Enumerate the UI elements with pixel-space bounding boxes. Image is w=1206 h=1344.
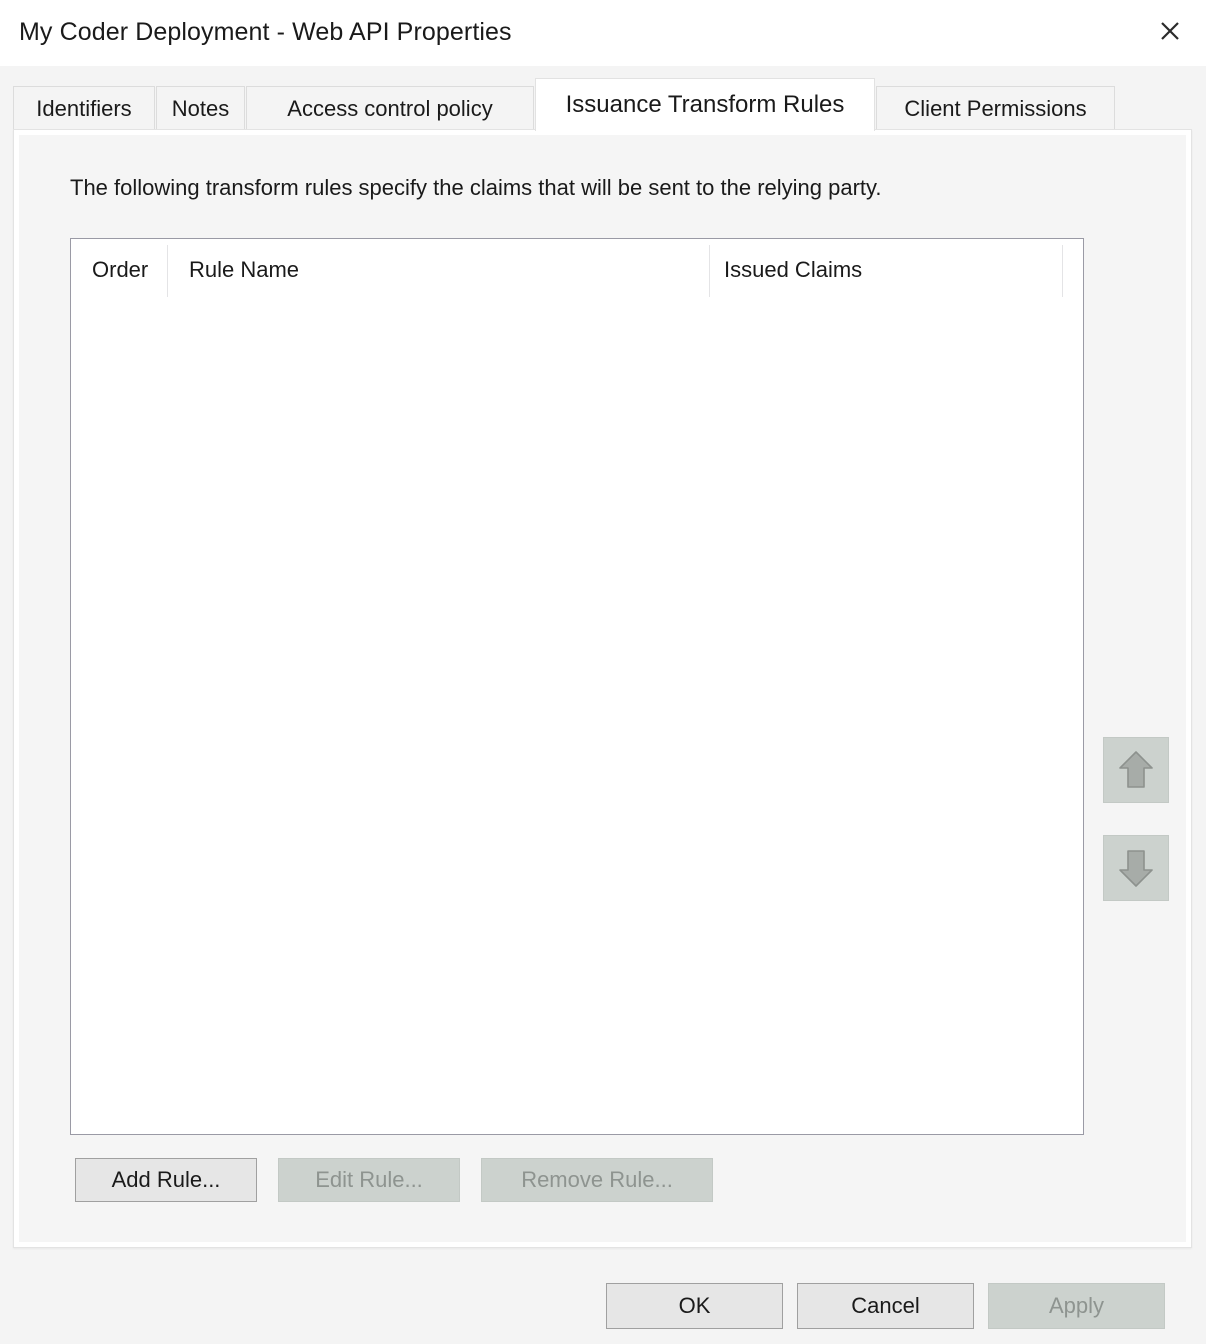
column-divider[interactable] (167, 245, 168, 297)
column-divider[interactable] (1062, 245, 1063, 297)
tab-client-permissions[interactable]: Client Permissions (876, 86, 1115, 131)
column-divider[interactable] (709, 245, 710, 297)
tab-issuance-transform-rules[interactable]: Issuance Transform Rules (535, 78, 875, 131)
apply-button: Apply (988, 1283, 1165, 1329)
tab-access-control-policy[interactable]: Access control policy (246, 86, 534, 131)
transform-rules-list[interactable]: Order Rule Name Issued Claims (70, 238, 1084, 1135)
edit-rule-label: Edit Rule... (315, 1167, 423, 1192)
tab-label: Identifiers (36, 96, 132, 121)
list-body[interactable] (71, 303, 1083, 1134)
edit-rule-button: Edit Rule... (278, 1158, 460, 1202)
ok-label: OK (678, 1293, 711, 1318)
add-rule-button[interactable]: Add Rule... (75, 1158, 257, 1202)
tab-notes[interactable]: Notes (156, 86, 245, 131)
tab-panel: The following transform rules specify th… (13, 129, 1192, 1248)
tab-label: Client Permissions (904, 96, 1087, 121)
tab-label: Issuance Transform Rules (565, 91, 845, 118)
tab-strip: Identifiers Notes Access control policy … (0, 66, 1206, 131)
arrow-down-icon (1116, 847, 1156, 889)
title-bar: My Coder Deployment - Web API Properties (0, 0, 1206, 66)
remove-rule-label: Remove Rule... (521, 1167, 673, 1192)
add-rule-label: Add Rule... (111, 1167, 221, 1192)
column-header-order[interactable]: Order (92, 257, 148, 283)
column-header-rule-name[interactable]: Rule Name (189, 257, 299, 283)
close-icon[interactable] (1134, 0, 1206, 62)
properties-dialog: My Coder Deployment - Web API Properties… (0, 0, 1206, 1344)
apply-label: Apply (1048, 1293, 1105, 1318)
list-header-row: Order Rule Name Issued Claims (71, 239, 1083, 303)
move-rule-up-button[interactable] (1103, 737, 1169, 803)
tab-panel-inner: The following transform rules specify th… (19, 135, 1186, 1242)
window-title: My Coder Deployment - Web API Properties (19, 18, 512, 46)
tab-label: Notes (171, 96, 230, 121)
remove-rule-button: Remove Rule... (481, 1158, 713, 1202)
cancel-button[interactable]: Cancel (797, 1283, 974, 1329)
tab-label: Access control policy (287, 96, 493, 121)
tab-identifiers[interactable]: Identifiers (13, 86, 155, 131)
ok-button[interactable]: OK (606, 1283, 783, 1329)
column-header-issued-claims[interactable]: Issued Claims (724, 257, 862, 283)
panel-description: The following transform rules specify th… (70, 175, 882, 200)
cancel-label: Cancel (851, 1293, 920, 1318)
arrow-up-icon (1116, 749, 1156, 791)
move-rule-down-button[interactable] (1103, 835, 1169, 901)
